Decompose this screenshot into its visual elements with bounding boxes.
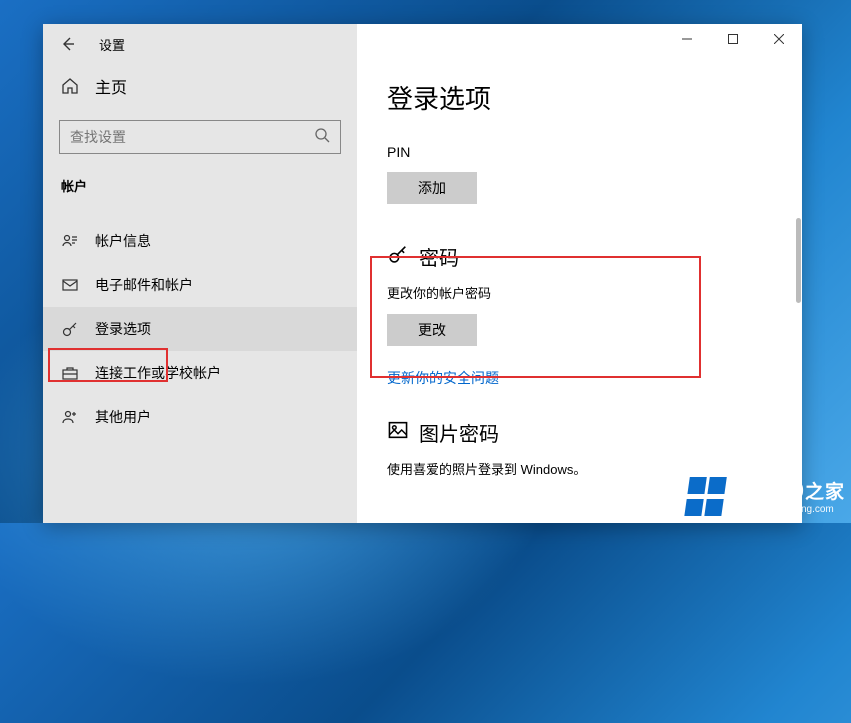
pin-add-button[interactable]: 添加 <box>387 172 477 204</box>
maximize-button[interactable] <box>710 24 756 54</box>
content-area: 登录选项 PIN 添加 密码 更改你的帐户密码 更改 更新你的安全问题 图片密码 <box>357 24 802 523</box>
watermark-suffix: 之家 <box>805 482 845 503</box>
key-icon <box>61 320 79 338</box>
key-icon <box>387 243 409 270</box>
password-desc: 更改你的帐户密码 <box>387 283 772 302</box>
nav-item-label: 电子邮件和帐户 <box>95 275 193 295</box>
page-title: 登录选项 <box>387 79 772 116</box>
window-controls <box>664 24 802 54</box>
section-pin: PIN 添加 <box>387 144 772 204</box>
user-card-icon <box>61 232 79 250</box>
nav-list: 帐户信息 电子邮件和帐户 登录选项 连接工作或学校帐户 <box>43 209 357 439</box>
titlebar: 设置 <box>43 24 357 64</box>
minimize-button[interactable] <box>664 24 710 54</box>
back-button[interactable] <box>59 35 77 53</box>
settings-window: 设置 主页 帐户 帐户信息 <box>43 24 802 523</box>
users-icon <box>61 408 79 426</box>
nav-item-label: 连接工作或学校帐户 <box>95 363 221 383</box>
section-picture-password: 图片密码 使用喜爱的照片登录到 Windows。 <box>387 418 772 478</box>
home-icon <box>61 77 79 95</box>
nav-item-account-info[interactable]: 帐户信息 <box>43 219 357 263</box>
nav-item-email[interactable]: 电子邮件和帐户 <box>43 263 357 307</box>
picture-icon <box>387 419 409 446</box>
nav-item-label: 帐户信息 <box>95 231 151 251</box>
nav-item-label: 登录选项 <box>95 319 151 339</box>
close-button[interactable] <box>756 24 802 54</box>
mail-icon <box>61 276 79 294</box>
search-input[interactable] <box>70 129 314 145</box>
nav-item-work-school[interactable]: 连接工作或学校帐户 <box>43 351 357 395</box>
picture-password-desc: 使用喜爱的照片登录到 Windows。 <box>387 459 772 478</box>
update-security-questions-link[interactable]: 更新你的安全问题 <box>387 368 772 388</box>
nav-home-label: 主页 <box>95 74 127 98</box>
window-title: 设置 <box>99 35 125 54</box>
scrollbar[interactable] <box>788 68 802 523</box>
section-password: 密码 更改你的帐户密码 更改 <box>387 242 772 346</box>
picture-password-heading: 图片密码 <box>419 418 499 447</box>
password-change-button[interactable]: 更改 <box>387 314 477 346</box>
password-heading: 密码 <box>419 242 459 271</box>
scrollbar-thumb[interactable] <box>796 218 801 303</box>
search-icon <box>314 127 330 148</box>
sidebar: 设置 主页 帐户 帐户信息 <box>43 24 357 523</box>
nav-item-label: 其他用户 <box>95 407 151 427</box>
nav-home[interactable]: 主页 <box>43 64 357 108</box>
search-box[interactable] <box>59 120 341 154</box>
briefcase-icon <box>61 364 79 382</box>
category-label: 帐户 <box>43 172 357 209</box>
pin-heading: PIN <box>387 144 772 160</box>
nav-item-signin-options[interactable]: 登录选项 <box>43 307 357 351</box>
nav-item-other-users[interactable]: 其他用户 <box>43 395 357 439</box>
